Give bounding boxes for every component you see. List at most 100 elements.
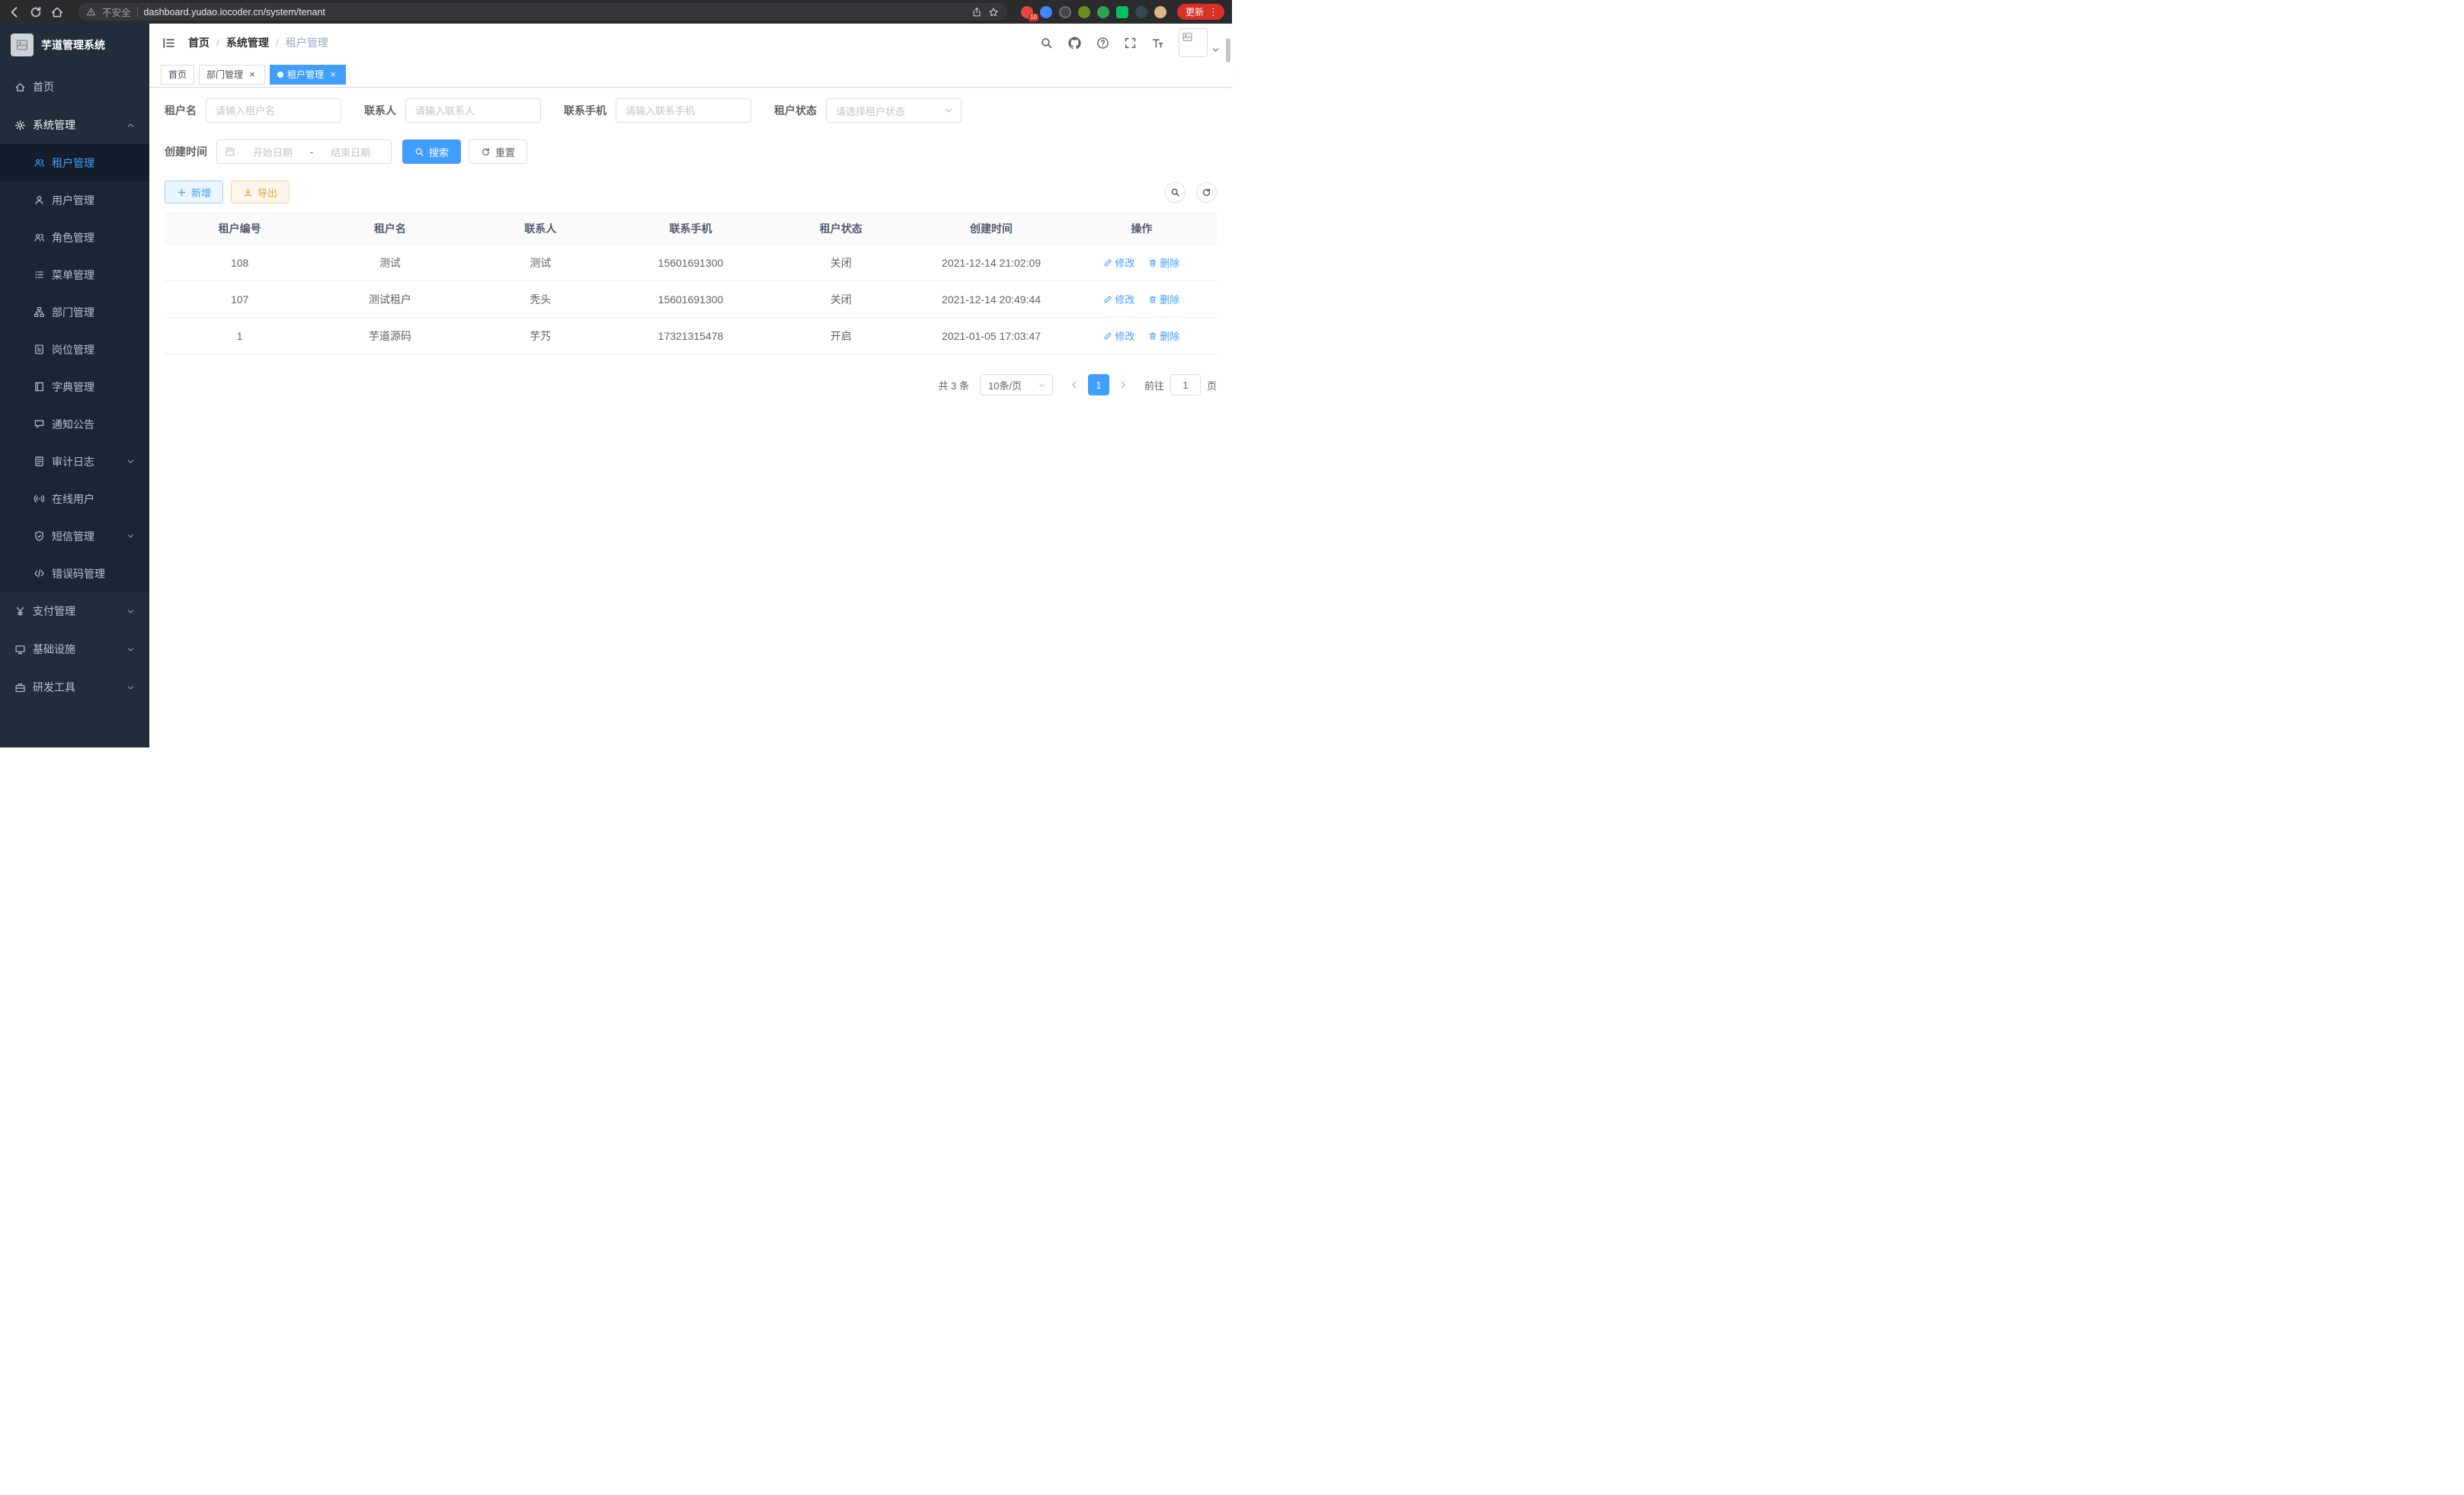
delete-link[interactable]: 删除	[1148, 292, 1179, 306]
edit-link[interactable]: 修改	[1103, 255, 1134, 270]
contact-input[interactable]	[405, 98, 541, 123]
tab-home[interactable]: 首页	[161, 65, 194, 85]
sidebar-item-devtools[interactable]: 研发工具	[0, 668, 149, 706]
close-icon[interactable]: ×	[247, 69, 258, 80]
plus-icon	[177, 187, 187, 197]
edit-link[interactable]: 修改	[1103, 328, 1134, 343]
browser-home-icon[interactable]	[50, 5, 64, 19]
share-icon[interactable]	[971, 7, 982, 18]
search-button[interactable]: 搜索	[402, 139, 461, 164]
caret-down-icon	[1211, 46, 1220, 54]
header-search-icon[interactable]	[1040, 37, 1053, 50]
date-range-picker[interactable]: 开始日期 - 结束日期	[216, 139, 392, 164]
tab-label: 部门管理	[206, 68, 243, 81]
sidebar-item-label: 菜单管理	[52, 267, 94, 283]
sidebar: 芋道管理系统 首页 系统管理 租户管理 用户管理	[0, 24, 149, 748]
chrome-update-button[interactable]: 更新 ⋮	[1177, 4, 1224, 20]
goto-label: 前往	[1144, 378, 1164, 392]
export-button[interactable]: 导出	[231, 181, 290, 203]
sidebar-item-error-code[interactable]: 错误码管理	[0, 555, 149, 592]
extension-icon[interactable]: 10	[1021, 6, 1033, 18]
breadcrumb-home[interactable]: 首页	[188, 35, 210, 50]
goto-page-input[interactable]	[1170, 374, 1201, 395]
page-size-select[interactable]: 10条/页	[980, 374, 1053, 395]
bookmark-star-icon[interactable]	[988, 7, 999, 18]
next-page-button[interactable]	[1112, 374, 1134, 395]
extension-icon[interactable]	[1059, 6, 1071, 18]
collapse-sidebar-icon[interactable]	[162, 36, 176, 50]
start-date-placeholder: 开始日期	[240, 145, 306, 159]
help-icon[interactable]	[1096, 37, 1109, 50]
trash-icon	[1148, 331, 1157, 341]
sidebar-item-dict[interactable]: 字典管理	[0, 368, 149, 405]
profile-avatar-icon[interactable]	[1154, 6, 1166, 18]
cell-mobile: 17321315478	[616, 318, 766, 354]
update-label: 更新	[1186, 5, 1204, 18]
col-contact: 联系人	[466, 213, 616, 245]
filter-mobile: 联系手机	[564, 98, 751, 123]
extension-icon[interactable]	[1097, 6, 1109, 18]
sidebar-item-menu[interactable]: 菜单管理	[0, 256, 149, 293]
sidebar-item-sms[interactable]: 短信管理	[0, 517, 149, 555]
toolbar-right	[1165, 182, 1217, 203]
table-toolbar: 新增 导出	[165, 181, 1217, 203]
sidebar-item-system[interactable]: 系统管理	[0, 106, 149, 144]
breadcrumb: 首页 / 系统管理 / 租户管理	[188, 35, 328, 50]
tab-tenant[interactable]: 租户管理 ×	[270, 65, 346, 85]
sidebar-item-label: 错误码管理	[52, 566, 105, 581]
sidebar-item-home[interactable]: 首页	[0, 68, 149, 106]
scrollbar-thumb[interactable]	[1226, 38, 1230, 62]
refresh-table-button[interactable]	[1196, 182, 1217, 203]
sidebar-item-post[interactable]: 岗位管理	[0, 331, 149, 368]
create-time-label: 创建时间	[165, 144, 216, 159]
extension-icon[interactable]	[1040, 6, 1052, 18]
cell-contact: 芋艿	[466, 318, 616, 354]
reset-button[interactable]: 重置	[469, 139, 527, 164]
status-select[interactable]: 请选择租户状态	[826, 98, 962, 123]
breadcrumb-system[interactable]: 系统管理	[226, 35, 269, 50]
sidebar-item-notice[interactable]: 通知公告	[0, 405, 149, 443]
fullscreen-icon[interactable]	[1124, 37, 1137, 50]
extension-icon[interactable]	[1116, 6, 1128, 18]
sidebar-logo[interactable]: 芋道管理系统	[0, 24, 149, 66]
toggle-search-button[interactable]	[1165, 182, 1186, 203]
current-page-button[interactable]: 1	[1088, 374, 1109, 395]
cell-created: 2021-12-14 20:49:44	[916, 281, 1066, 318]
kebab-menu-icon[interactable]: ⋮	[1208, 6, 1218, 18]
github-icon[interactable]	[1067, 36, 1082, 50]
delete-link[interactable]: 删除	[1148, 328, 1179, 343]
edit-link[interactable]: 修改	[1103, 292, 1134, 306]
browser-reload-icon[interactable]	[29, 5, 43, 19]
active-dot	[277, 72, 283, 78]
add-button[interactable]: 新增	[165, 181, 223, 203]
extension-badge: 10	[1029, 14, 1038, 21]
sidebar-item-role[interactable]: 角色管理	[0, 219, 149, 256]
close-icon[interactable]: ×	[328, 69, 338, 80]
sidebar-item-payment[interactable]: 支付管理	[0, 592, 149, 630]
divider	[137, 7, 138, 17]
sidebar-item-audit-log[interactable]: 审计日志	[0, 443, 149, 480]
extension-icon[interactable]	[1078, 6, 1090, 18]
user-avatar-menu[interactable]	[1179, 28, 1220, 57]
font-size-icon[interactable]	[1151, 37, 1164, 50]
address-bar[interactable]: 不安全 dashboard.yudao.iocoder.cn/system/te…	[78, 3, 1007, 21]
browser-back-icon[interactable]	[8, 5, 21, 19]
sidebar-item-label: 用户管理	[52, 193, 94, 208]
mobile-input[interactable]	[616, 98, 751, 123]
sidebar-item-dept[interactable]: 部门管理	[0, 293, 149, 331]
extension-icon[interactable]	[1135, 6, 1147, 18]
sidebar-item-user[interactable]: 用户管理	[0, 181, 149, 219]
sidebar-item-label: 短信管理	[52, 529, 94, 544]
sidebar-item-tenant[interactable]: 租户管理	[0, 144, 149, 181]
tab-dept[interactable]: 部门管理 ×	[199, 65, 265, 85]
sidebar-item-label: 支付管理	[33, 603, 75, 619]
tenant-name-input[interactable]	[206, 98, 341, 123]
sidebar-item-infra[interactable]: 基础设施	[0, 630, 149, 668]
prev-page-button[interactable]	[1064, 374, 1085, 395]
sidebar-item-online-user[interactable]: 在线用户	[0, 480, 149, 517]
refresh-icon	[1202, 187, 1211, 197]
sidebar-item-label: 角色管理	[52, 230, 94, 245]
delete-link[interactable]: 删除	[1148, 255, 1179, 270]
table-row: 1 芋道源码 芋艿 17321315478 开启 2021-01-05 17:0…	[165, 318, 1217, 354]
breadcrumb-separator: /	[276, 37, 279, 49]
